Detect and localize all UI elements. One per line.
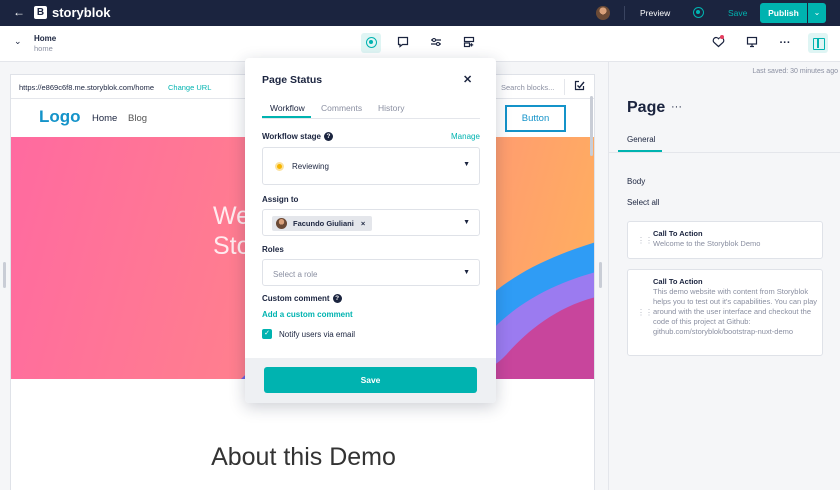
top-bar: ← B storyblok Preview Save Publish ⌄	[0, 0, 840, 26]
assignee-chip: Facundo Giuliani ×	[272, 216, 373, 231]
story-slug: home	[34, 44, 53, 53]
chevron-down-icon[interactable]: ⌄	[14, 36, 22, 47]
custom-comment-label-text: Custom comment	[262, 294, 330, 303]
field-label-body: Body	[627, 177, 646, 186]
site-nav-blog[interactable]: Blog	[128, 113, 147, 124]
workflow-stage-value: Reviewing	[292, 162, 329, 171]
block-title: Call To Action	[653, 277, 703, 286]
block-description: Welcome to the Storyblok Demo	[653, 239, 761, 248]
status-circle-icon	[365, 37, 377, 48]
more-options-icon[interactable]: ···	[671, 101, 682, 113]
select-all-button[interactable]: Select all	[627, 198, 659, 207]
add-comment-link[interactable]: Add a custom comment	[262, 310, 353, 319]
site-nav-button[interactable]: Button	[505, 105, 566, 132]
preview-scrollbar[interactable]	[590, 96, 593, 156]
publish-options-chevron-icon[interactable]: ⌄	[808, 3, 826, 23]
page-status-dialog: Page Status ✕ Workflow Comments History …	[245, 58, 496, 403]
roles-label: Roles	[262, 245, 284, 254]
preview-button[interactable]: Preview	[640, 8, 670, 18]
drag-handle-icon[interactable]: ⋮⋮	[637, 236, 653, 245]
dialog-title: Page Status	[262, 74, 323, 86]
chevron-down-icon: ▼	[463, 161, 470, 168]
about-heading: About this Demo	[211, 443, 396, 471]
close-icon[interactable]: ✕	[463, 73, 472, 86]
page-status-button[interactable]	[361, 33, 381, 53]
remove-icon[interactable]: ×	[361, 219, 365, 228]
manage-link[interactable]: Manage	[451, 132, 480, 141]
chevron-down-icon: ▼	[463, 219, 470, 226]
assignee-name: Facundo Giuliani	[293, 219, 354, 228]
avatar	[276, 218, 287, 229]
workflow-stage-label: Workflow stage?	[262, 132, 333, 141]
divider	[564, 79, 565, 95]
tab-history[interactable]: History	[378, 103, 404, 113]
arrow-left-icon[interactable]: ←	[13, 5, 25, 19]
save-status-button[interactable]: Save	[264, 367, 477, 393]
block-description: This demo website with content from Stor…	[653, 287, 818, 336]
roles-select[interactable]: Select a role ▼	[262, 259, 480, 286]
publish-button[interactable]: Publish	[760, 3, 807, 23]
sliders-icon[interactable]	[426, 33, 446, 53]
chevron-down-icon: ▼	[463, 269, 470, 276]
notification-badge	[720, 35, 724, 39]
divider	[609, 152, 840, 153]
resize-handle-left[interactable]	[3, 262, 6, 288]
change-url-link[interactable]: Change URL	[168, 83, 211, 92]
block-card[interactable]: ⋮⋮ Call To Action Welcome to the Storybl…	[627, 221, 823, 259]
workflow-stage-select[interactable]: Reviewing ▼	[262, 147, 480, 185]
block-card[interactable]: ⋮⋮ Call To Action This demo website with…	[627, 269, 823, 356]
tab-comments[interactable]: Comments	[321, 103, 362, 113]
reviewing-status-icon	[275, 162, 284, 171]
block-library-icon[interactable]	[459, 33, 479, 53]
divider	[262, 118, 480, 119]
more-options-icon[interactable]: ···	[775, 33, 795, 53]
help-icon[interactable]: ?	[332, 294, 342, 303]
toggle-sidebar-icon[interactable]	[808, 33, 828, 53]
storyblok-logo-icon: B	[34, 6, 47, 19]
divider	[624, 6, 625, 20]
assign-to-select[interactable]: Facundo Giuliani × ▼	[262, 209, 480, 236]
save-button[interactable]: Save	[728, 8, 747, 18]
block-title: Call To Action	[653, 229, 703, 238]
roles-placeholder: Select a role	[273, 270, 318, 279]
brand-name: storyblok	[52, 5, 111, 20]
site-nav-home[interactable]: Home	[92, 113, 117, 124]
component-title: Page	[627, 99, 666, 116]
search-blocks-input[interactable]: Search blocks...	[501, 83, 554, 92]
drag-handle-icon[interactable]: ⋮⋮	[637, 308, 653, 317]
assign-label: Assign to	[262, 195, 299, 204]
user-avatar[interactable]	[596, 6, 610, 20]
editor-toolbar: ⌄ Home home ···	[0, 26, 840, 62]
workflow-status-icon[interactable]	[693, 7, 704, 18]
dialog-footer: Save	[245, 358, 496, 403]
edit-check-icon[interactable]	[574, 80, 585, 94]
desktop-icon[interactable]	[742, 33, 762, 53]
comments-icon[interactable]	[393, 33, 413, 53]
site-logo[interactable]: Logo	[39, 107, 81, 127]
notify-label: Notify users via email	[279, 330, 356, 339]
preview-url: https://e869c6f8.me.storyblok.com/home	[19, 83, 155, 92]
help-icon[interactable]: ?	[323, 132, 333, 141]
content-panel: Last saved: 30 minutes ago Page ··· Gene…	[608, 62, 840, 490]
heart-icon[interactable]	[708, 33, 728, 53]
notify-checkbox[interactable]: ✓	[262, 329, 272, 339]
workflow-stage-label-text: Workflow stage	[262, 132, 321, 141]
story-title[interactable]: Home	[34, 34, 56, 43]
last-saved-status: Last saved: 30 minutes ago	[752, 68, 838, 75]
custom-comment-label: Custom comment?	[262, 294, 342, 303]
tab-workflow[interactable]: Workflow	[270, 103, 305, 113]
tab-general[interactable]: General	[627, 135, 655, 150]
resize-handle-right[interactable]	[599, 262, 602, 288]
